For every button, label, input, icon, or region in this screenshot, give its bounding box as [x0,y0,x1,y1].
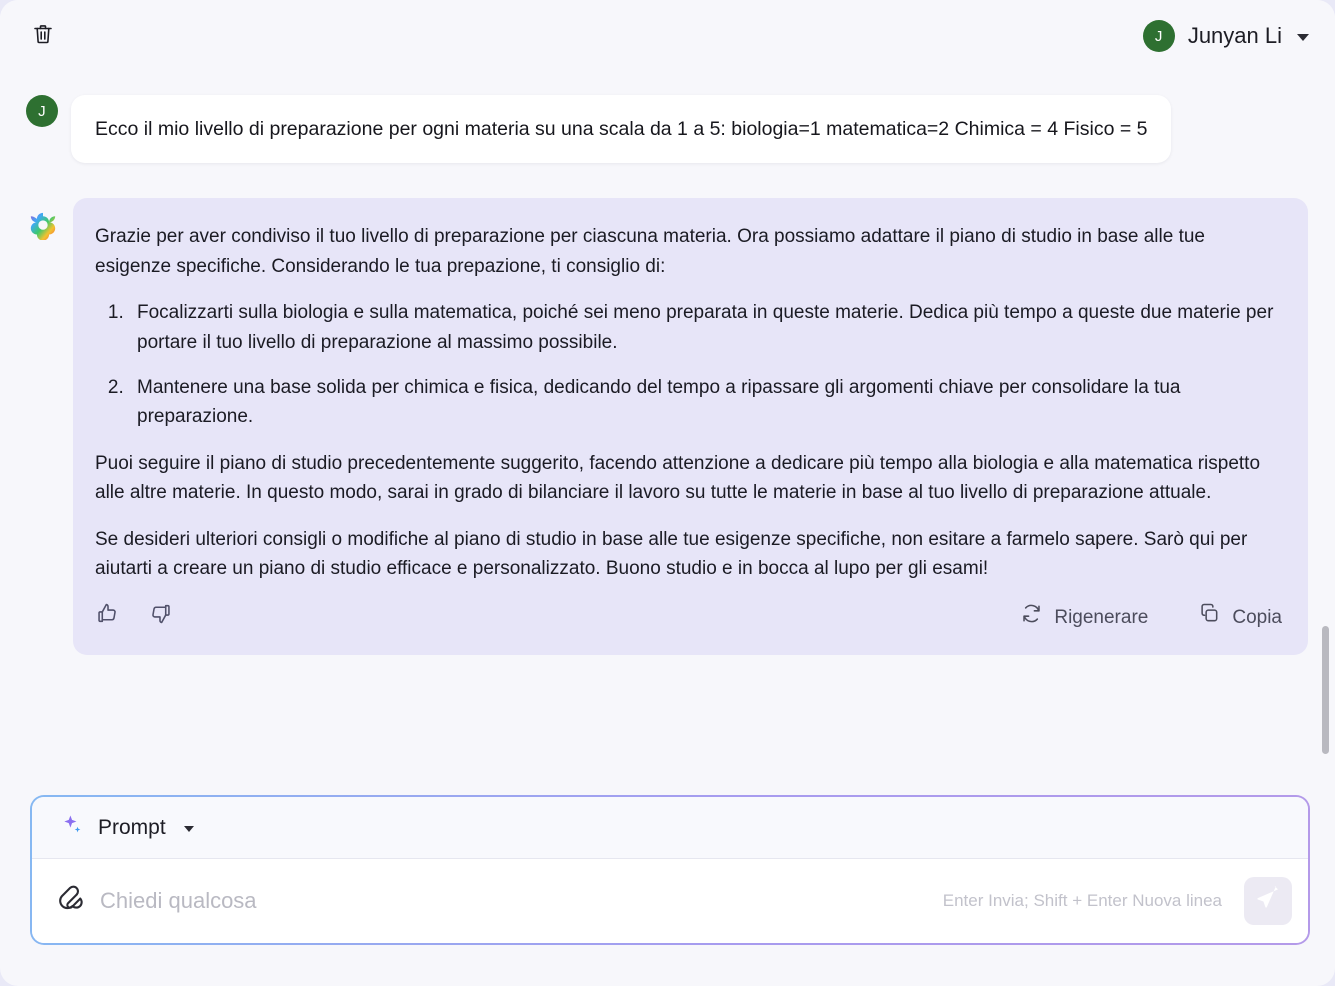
regenerate-label: Rigenerare [1054,607,1149,629]
delete-conversation-button[interactable] [26,19,60,53]
assistant-recommendation-list: Focalizzarti sulla biologia e sulla mate… [95,298,1282,432]
assistant-paragraph-intro: Grazie per aver condiviso il tuo livello… [95,226,1205,277]
list-item: Mantenere una base solida per chimica e … [129,373,1282,432]
keyboard-hint-label: Enter Invia; Shift + Enter Nuova linea [942,891,1222,910]
paperclip-icon [56,885,84,918]
attach-file-button[interactable] [56,885,84,918]
scrollbar-thumb[interactable] [1322,626,1329,754]
list-item: Focalizzarti sulla biologia e sulla mate… [129,298,1282,357]
user-message-text: Ecco il mio livello di preparazione per … [71,95,1172,164]
user-name-label: Junyan Li [1187,23,1282,48]
thumbs-up-button[interactable] [95,601,120,635]
assistant-message-row: Grazie per aver condiviso il tuo livello… [0,198,1313,656]
trash-icon [31,22,55,51]
prompt-label: Prompt [98,815,166,839]
prompt-selector[interactable]: Prompt [32,797,1308,859]
chevron-down-icon [1297,34,1309,41]
user-message-row: J Ecco il mio livello di preparazione pe… [0,95,1313,164]
copy-button[interactable]: Copia [1198,602,1282,634]
app-window: J Junyan Li J Ecco il mio livello di pre… [0,0,1335,986]
feedback-buttons [95,601,173,635]
assistant-paragraph-2: Puoi seguire il piano di studio preceden… [95,452,1261,504]
search-input[interactable] [100,888,927,914]
composer-inner: Prompt Enter Invia; Shift + Enter Nuova … [32,797,1308,943]
assistant-message-bubble: Grazie per aver condiviso il tuo livello… [73,198,1308,656]
thumbs-down-icon [148,601,173,635]
send-icon [1255,885,1281,917]
top-bar: J Junyan Li [0,0,1335,72]
refresh-icon [1020,602,1043,634]
regenerate-button[interactable]: Rigenerare [1020,602,1148,634]
send-button[interactable] [1244,877,1292,925]
copy-icon [1198,602,1221,634]
thumbs-down-button[interactable] [148,601,173,635]
sparkle-icon [60,812,86,843]
chat-scroll-area: J Ecco il mio livello di preparazione pe… [0,72,1335,772]
chevron-down-icon [183,826,194,832]
clover-logo-icon [26,208,60,242]
avatar: J [1142,20,1175,52]
copy-label: Copia [1232,607,1282,629]
composer: Prompt Enter Invia; Shift + Enter Nuova … [30,795,1310,945]
user-menu[interactable]: J Junyan Li [1139,16,1313,56]
assistant-action-bar: Rigenerare Copia [95,601,1282,641]
assistant-paragraph-3: Se desideri ulteriori consigli o modific… [95,528,1248,580]
response-tools: Rigenerare Copia [1020,602,1282,634]
message-input-row: Enter Invia; Shift + Enter Nuova linea [32,859,1308,943]
user-message-avatar: J [26,95,58,127]
thumbs-up-icon [95,601,120,635]
